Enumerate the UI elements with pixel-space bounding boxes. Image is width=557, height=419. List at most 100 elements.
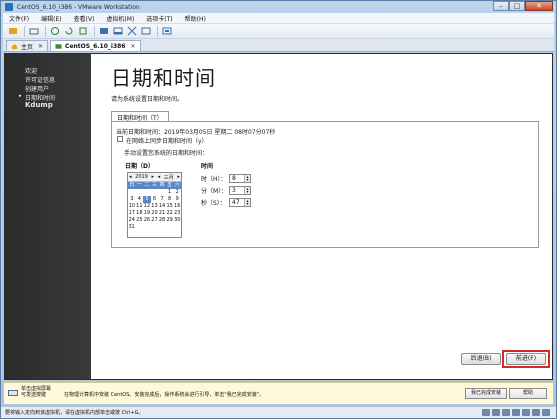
calendar-day[interactable]: 9	[173, 196, 181, 203]
calendar-day[interactable]: 21	[158, 210, 166, 217]
calendar-day[interactable]: 6	[151, 196, 159, 203]
calendar-day[interactable]: 16	[173, 203, 181, 210]
status-text: 要将输入定向到该虚拟机，请在虚拟机内部单击或按 Ctrl+G。	[5, 410, 144, 416]
menu-help[interactable]: 帮助(H)	[179, 14, 212, 23]
calendar-day[interactable]: 17	[128, 210, 136, 217]
sound-icon[interactable]	[522, 409, 530, 416]
menu-file[interactable]: 文件(F)	[3, 14, 35, 23]
usb-icon[interactable]	[512, 409, 520, 416]
help-button[interactable]: 帮助	[509, 388, 547, 399]
calendar-day[interactable]: 4	[136, 196, 144, 203]
calendar-day[interactable]: 22	[166, 210, 174, 217]
calendar-day[interactable]: 1	[166, 189, 174, 196]
calendar-day[interactable]: 28	[158, 217, 166, 224]
minimize-button[interactable]: –	[493, 1, 509, 11]
menu-bar: 文件(F) 编辑(E) 查看(V) 虚拟机(M) 选项卡(T) 帮助(H)	[3, 13, 554, 24]
status-bar: 要将输入定向到该虚拟机，请在虚拟机内部单击或按 Ctrl+G。	[1, 406, 556, 418]
calendar-day[interactable]: 23	[173, 210, 181, 217]
calendar-month: 三月	[163, 174, 174, 181]
display-icon[interactable]	[542, 409, 550, 416]
home-icon	[11, 43, 18, 49]
ntp-checkbox-label: 在网络上同步日期和时间（y）	[126, 138, 208, 145]
calendar-day[interactable]: 29	[166, 217, 174, 224]
vm-display[interactable]: 欢迎 许可证信息 创建用户 ▸ 日期和时间 Kdump 日期和时间 请为系统设置…	[4, 53, 553, 380]
firstboot-sidebar: 欢迎 许可证信息 创建用户 ▸ 日期和时间 Kdump	[5, 54, 91, 379]
calendar-day[interactable]: 11	[136, 203, 144, 210]
show-library-icon[interactable]	[98, 26, 109, 37]
tab-close-icon[interactable]: ✕	[38, 43, 43, 50]
calendar-nav: ◂ 2019 ▸ ◂ 三月 ▸	[128, 173, 181, 182]
maximize-button[interactable]: □	[509, 1, 525, 11]
next-year-icon[interactable]: ▸	[152, 174, 155, 180]
calendar-day[interactable]: 19	[143, 210, 151, 217]
toolbar	[3, 24, 554, 39]
power-icon[interactable]	[7, 26, 18, 37]
calendar-day[interactable]: 18	[136, 210, 144, 217]
minute-spinner[interactable]: 3 ▴ ▾	[229, 186, 251, 195]
calendar-day[interactable]: 3	[128, 196, 136, 203]
calendar-day[interactable]: 20	[151, 210, 159, 217]
send-keys-icon[interactable]	[28, 26, 39, 37]
calendar-day[interactable]: 14	[158, 203, 166, 210]
calendar-day-selected[interactable]: 5	[143, 196, 151, 203]
calendar-day[interactable]: 15	[166, 203, 174, 210]
vmware-window: CentOS_6.10_i386 - VMware Workstation – …	[0, 0, 557, 419]
hour-spinner[interactable]: 8 ▴ ▾	[229, 174, 251, 183]
second-spinner[interactable]: 47 ▴ ▾	[229, 198, 251, 207]
calendar-day[interactable]: 8	[166, 196, 174, 203]
calendar-day[interactable]: 2	[173, 189, 181, 196]
tab-centos[interactable]: CentOS_6.10_i386 ✕	[50, 40, 141, 51]
menu-tabs[interactable]: 选项卡(T)	[140, 14, 178, 23]
calendar-year: 2019	[135, 174, 148, 180]
calendar-day[interactable]: 10	[128, 203, 136, 210]
calendar-day[interactable]: 31	[128, 224, 136, 231]
back-button[interactable]: 后退(B)	[461, 353, 501, 365]
window-title: CentOS_6.10_i386 - VMware Workstation	[17, 3, 140, 11]
thumbnail-icon[interactable]	[112, 26, 123, 37]
close-button[interactable]: ✕	[525, 1, 553, 11]
tab-home[interactable]: 主页 ✕	[6, 40, 49, 51]
second-label: 秒（S）：	[201, 200, 226, 207]
spinner-arrows-icon[interactable]: ▴ ▾	[244, 199, 250, 206]
unity-icon[interactable]	[140, 26, 151, 37]
hint-bar: 单击虚拟屏幕 可发送按键 在物理计算机中安装 CentOS。安装完成后，操作系统会…	[4, 382, 553, 404]
tab-datetime[interactable]: 日期和时间（T）	[111, 111, 169, 122]
calendar-day[interactable]: 24	[128, 217, 136, 224]
next-month-icon[interactable]: ▸	[177, 174, 180, 180]
fullscreen-icon[interactable]	[126, 26, 137, 37]
spinner-arrows-icon[interactable]: ▴ ▾	[244, 187, 250, 194]
hour-value: 8	[232, 175, 236, 182]
hint-message: 在物理计算机中安装 CentOS。安装完成后，操作系统会进行引导，单击"我已完成…	[64, 392, 264, 398]
ntp-checkbox[interactable]	[117, 136, 123, 142]
title-bar: CentOS_6.10_i386 - VMware Workstation – …	[1, 1, 556, 13]
console-view-icon[interactable]	[161, 26, 172, 37]
network-icon[interactable]	[502, 409, 510, 416]
calendar-day[interactable]: 7	[158, 196, 166, 203]
calendar-day[interactable]: 27	[151, 217, 159, 224]
install-done-button[interactable]: 我已完成安装	[465, 388, 508, 399]
weekday-header: 一	[135, 182, 144, 189]
cdrom-icon[interactable]	[492, 409, 500, 416]
calendar-day[interactable]: 26	[143, 217, 151, 224]
snapshot-manager-icon[interactable]	[77, 26, 88, 37]
spinner-arrows-icon[interactable]: ▴ ▾	[244, 175, 250, 182]
current-datetime: 当前日期和时间：2019年03月05日 星期二 08时07分07秒	[116, 129, 276, 136]
sidebar-item-welcome: 欢迎	[25, 68, 38, 75]
tab-close-icon[interactable]: ✕	[130, 43, 135, 50]
calendar-day[interactable]: 25	[136, 217, 144, 224]
menu-view[interactable]: 查看(V)	[68, 14, 101, 23]
calendar-day[interactable]: 12	[143, 203, 151, 210]
tab-bar: 主页 ✕ CentOS_6.10_i386 ✕	[3, 39, 554, 52]
revert-snapshot-icon[interactable]	[63, 26, 74, 37]
calendar-day[interactable]: 30	[173, 217, 181, 224]
prev-year-icon[interactable]: ◂	[129, 174, 132, 180]
page-title: 日期和时间	[111, 66, 216, 90]
menu-edit[interactable]: 编辑(E)	[35, 14, 67, 23]
minute-value: 3	[232, 187, 236, 194]
menu-vm[interactable]: 虚拟机(M)	[100, 14, 140, 23]
hdd-icon[interactable]	[482, 409, 490, 416]
snapshot-icon[interactable]	[49, 26, 60, 37]
prev-month-icon[interactable]: ◂	[158, 174, 161, 180]
printer-icon[interactable]	[532, 409, 540, 416]
calendar-day[interactable]: 13	[151, 203, 159, 210]
